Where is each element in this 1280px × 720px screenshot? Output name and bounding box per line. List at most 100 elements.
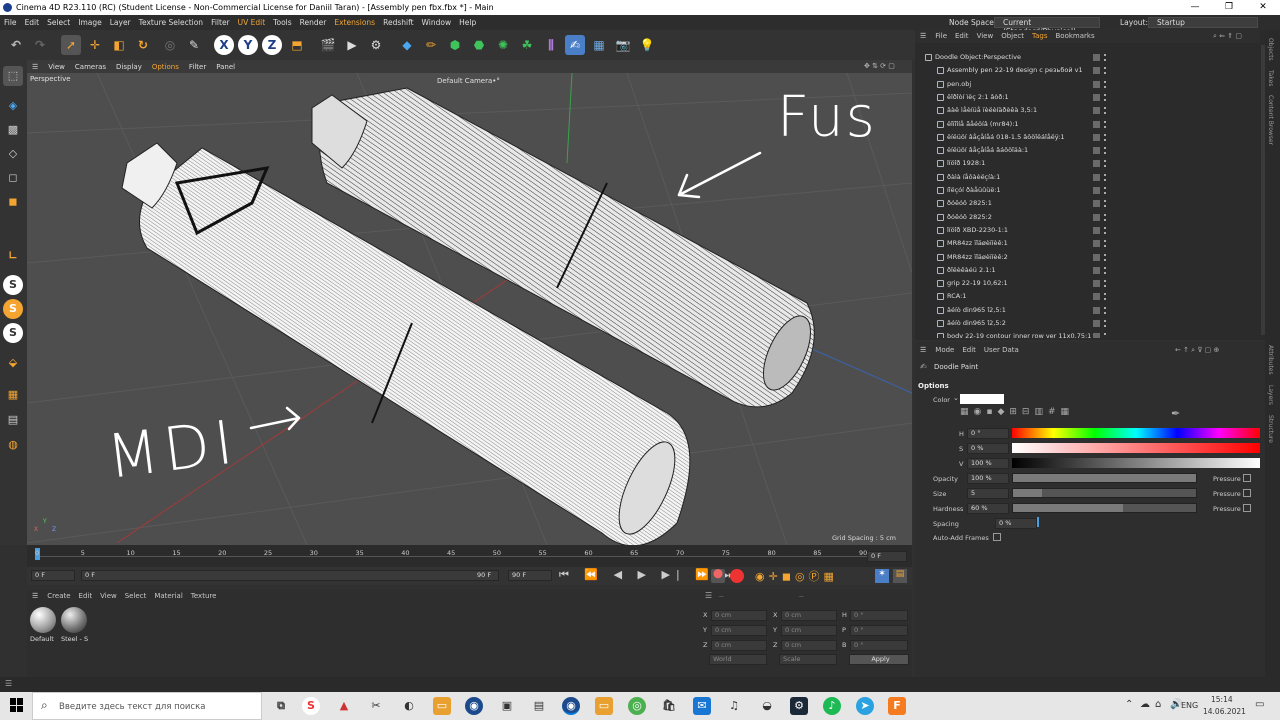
obj-menu-tags[interactable]: Tags <box>1028 32 1052 40</box>
cloner-icon[interactable]: ✺ <box>493 35 513 55</box>
polygons-mode-icon[interactable]: ◼ <box>3 192 23 212</box>
hardness-pressure-checkbox[interactable] <box>1243 504 1251 512</box>
taskbar-search[interactable]: ⌕ Введите здесь текст для поиска <box>32 692 262 720</box>
object-row[interactable]: ëîïîîíå ãåéöíâ (mr84):1 <box>915 118 1260 131</box>
visibility-toggle[interactable] <box>1093 93 1100 101</box>
color-expand-icon[interactable]: ⌄ <box>953 394 959 402</box>
paint-bucket-icon[interactable]: ⬙ <box>3 353 23 373</box>
object-row[interactable]: ðóêóô 2825:1 <box>915 197 1260 210</box>
light-icon[interactable]: 💡 <box>637 35 657 55</box>
coord-position-field[interactable]: 0 cm <box>711 625 767 636</box>
spotify-icon[interactable]: ♪ <box>823 697 841 715</box>
cloud-icon[interactable]: ☁ <box>1140 699 1150 710</box>
language-indicator[interactable]: ENG <box>1181 701 1198 710</box>
mat-menu-texture[interactable]: Texture <box>187 592 221 600</box>
object-row[interactable]: ðîëèêàéü 2.1:1 <box>915 264 1260 277</box>
tab-takes[interactable]: Takes <box>1267 70 1274 86</box>
render-picture-viewer-icon[interactable]: ▶ <box>342 35 362 55</box>
render-toggle[interactable] <box>1104 306 1107 314</box>
camera-icon[interactable]: 📷 <box>613 35 633 55</box>
snap-settings-icon[interactable]: S <box>3 299 23 319</box>
cinema4d-icon[interactable]: ◉ <box>465 697 483 715</box>
object-row[interactable]: MR84zz ïîäøèïíèê:1 <box>915 237 1260 250</box>
visibility-toggle[interactable] <box>1093 133 1100 141</box>
spacing-field[interactable]: 0 % <box>995 518 1037 529</box>
cube-icon[interactable]: ◆ <box>397 35 417 55</box>
hardness-field[interactable]: 60 % <box>967 503 1009 514</box>
menu-help[interactable]: Help <box>455 15 480 30</box>
app-icon[interactable]: ▣ <box>498 697 516 715</box>
end-frame-field[interactable]: 90 F <box>508 570 552 581</box>
windows-start-icon[interactable] <box>10 698 24 712</box>
mat-menu-create[interactable]: Create <box>43 592 74 600</box>
app-icon[interactable]: F <box>888 697 906 715</box>
workplane-icon[interactable]: ▤ <box>3 410 23 430</box>
object-row[interactable]: body 22-19 contour inner row ver 11x0.75… <box>915 330 1260 338</box>
visibility-toggle[interactable] <box>1093 147 1100 155</box>
app-icon[interactable]: ▤ <box>530 697 548 715</box>
menu-render[interactable]: Render <box>296 15 331 30</box>
timeline[interactable]: 0 5 10 15 20 25 30 35 40 45 50 55 60 65 70 75 80 85 90 0 F <box>27 545 912 567</box>
status-menu-icon[interactable]: ☰ <box>5 679 12 688</box>
attribute-menu-icon[interactable]: ☰ <box>915 346 931 354</box>
apply-button[interactable]: Apply <box>849 654 909 665</box>
visibility-toggle[interactable] <box>1093 80 1100 88</box>
opacity-pressure-checkbox[interactable] <box>1243 474 1251 482</box>
coords-menu-icon[interactable]: ☰ <box>705 591 712 600</box>
spacing-knob[interactable] <box>1037 517 1039 527</box>
hardness-slider[interactable] <box>1012 503 1197 513</box>
axis-mode-icon[interactable]: ∟ <box>3 246 23 266</box>
viewport-nav-icons[interactable]: ✥ ⇅ ⟳ ▢ <box>859 60 900 73</box>
menu-select[interactable]: Select <box>43 15 74 30</box>
coord-size-field[interactable]: 0 cm <box>781 640 837 651</box>
obj-menu-file[interactable]: File <box>931 32 951 40</box>
snap-icon[interactable]: S <box>3 275 23 295</box>
folder-icon[interactable]: ▭ <box>595 697 613 715</box>
record-icon[interactable]: ⬤ <box>711 569 725 583</box>
render-toggle[interactable] <box>1104 120 1107 128</box>
opacity-slider[interactable] <box>1012 473 1197 483</box>
object-row[interactable]: âéíò din965 î2,5:2 <box>915 317 1260 330</box>
floor-icon[interactable]: ▦ <box>589 35 609 55</box>
mat-menu-select[interactable]: Select <box>121 592 151 600</box>
object-row[interactable]: îíöîð 1928:1 <box>915 157 1260 170</box>
render-toggle[interactable] <box>1104 107 1107 115</box>
object-row[interactable]: ðóêóô 2825:2 <box>915 211 1260 224</box>
render-toggle[interactable] <box>1104 160 1107 168</box>
menu-extensions[interactable]: Extensions <box>330 15 379 30</box>
tab-structure[interactable]: Structure <box>1267 415 1274 443</box>
clock-date[interactable]: 14.06.2021 <box>1203 707 1246 716</box>
object-search-icons[interactable]: ⌕ ⇐ ⇑ ▢ <box>1213 30 1242 43</box>
tray-overflow-icon[interactable]: ⌃ <box>1125 699 1133 710</box>
grid-icon[interactable]: ▦ <box>3 385 23 405</box>
render-toggle[interactable] <box>1104 133 1107 141</box>
coord-size-field[interactable]: 0 cm <box>781 610 837 621</box>
object-row[interactable]: pen.obj <box>915 78 1260 91</box>
render-toggle[interactable] <box>1104 280 1107 288</box>
material-steel[interactable]: Steel - S <box>61 607 89 645</box>
maximize-button[interactable]: ❐ <box>1212 0 1246 15</box>
visibility-toggle[interactable] <box>1093 320 1100 327</box>
menu-layer[interactable]: Layer <box>106 15 135 30</box>
render-toggle[interactable] <box>1104 333 1107 338</box>
key-filter-icons[interactable]: ◉✛◼◎Ⓟ▦ <box>755 568 838 584</box>
object-row[interactable]: ðàìà íåôàèëçíà:1 <box>915 171 1260 184</box>
menu-file[interactable]: File <box>0 15 21 30</box>
preview-min-field[interactable]: 0 F <box>81 570 499 581</box>
start-frame-field[interactable]: 0 F <box>31 570 75 581</box>
v-field[interactable]: 100 % <box>967 458 1009 469</box>
task-view-icon[interactable]: ⧉ <box>272 697 290 715</box>
value-slider[interactable] <box>1012 458 1260 468</box>
tab-layers[interactable]: Layers <box>1267 385 1274 405</box>
render-toggle[interactable] <box>1104 293 1107 301</box>
render-toggle[interactable] <box>1104 320 1107 327</box>
edges-mode-icon[interactable]: ◻ <box>3 168 23 188</box>
visibility-toggle[interactable] <box>1093 280 1100 288</box>
node-space-select[interactable]: Current (Standard/Physical) <box>994 17 1100 36</box>
redo-icon[interactable]: ↷ <box>30 35 50 55</box>
h-field[interactable]: 0 ° <box>967 428 1009 439</box>
transform-tool-icon[interactable]: ✎ <box>184 35 204 55</box>
visibility-toggle[interactable] <box>1093 173 1100 181</box>
tab-objects[interactable]: Objects <box>1267 38 1274 61</box>
object-row[interactable]: RCA:1 <box>915 290 1260 303</box>
